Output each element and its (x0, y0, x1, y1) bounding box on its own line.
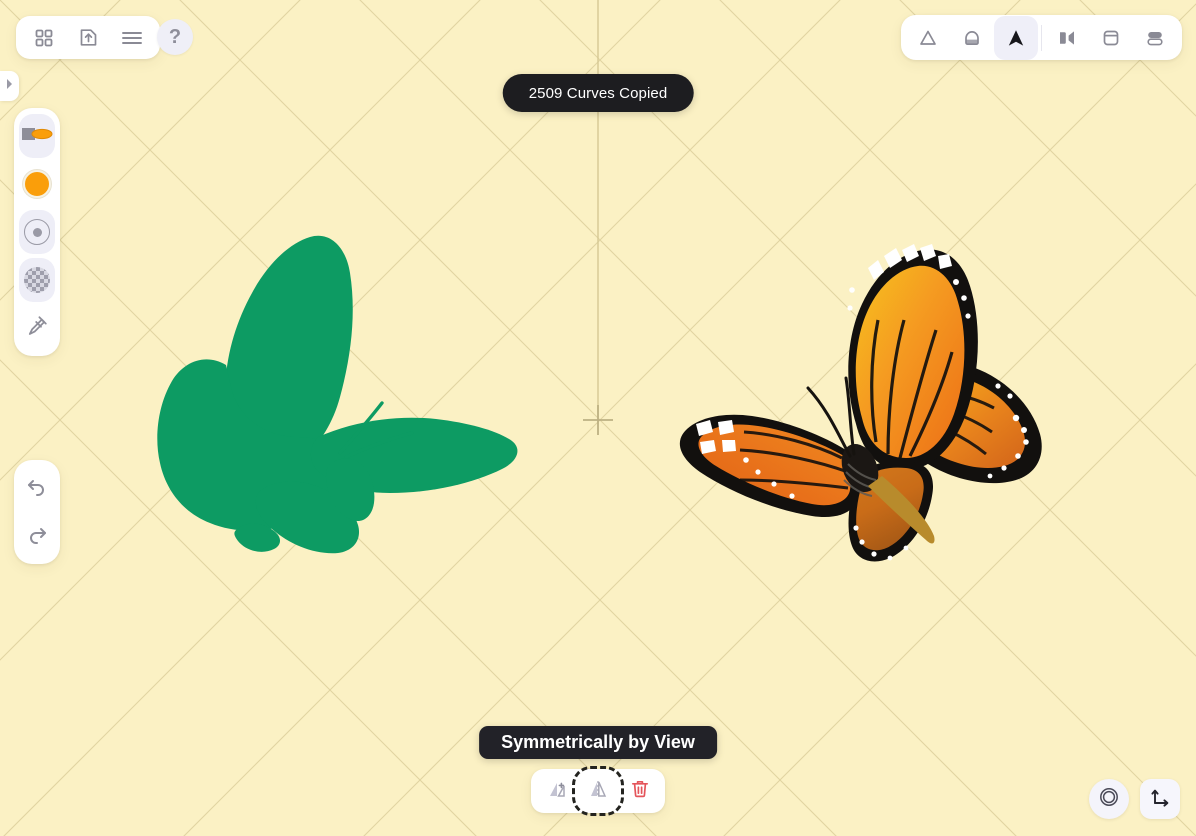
delete-button[interactable] (621, 773, 659, 809)
checker-opacity-icon (24, 267, 50, 293)
grid-view-button[interactable] (22, 17, 66, 58)
stacked-pills-icon (1144, 27, 1166, 49)
triangle-outline-icon (917, 27, 939, 49)
cursor-arrow-icon (1005, 27, 1027, 49)
color-swatch[interactable] (23, 170, 51, 198)
redo-button[interactable] (14, 512, 60, 560)
redo-arrow-icon (25, 522, 49, 551)
layers-tool[interactable] (1133, 16, 1177, 60)
axis-arrows-icon (1148, 785, 1172, 814)
toolbar-divider (1041, 24, 1042, 51)
menu-button[interactable] (110, 17, 154, 58)
trash-icon (629, 778, 651, 805)
grid-icon (34, 28, 54, 48)
color-swatch-item[interactable] (14, 160, 60, 208)
monarch-butterfly-reference[interactable] (660, 228, 1060, 568)
top-left-toolbar (16, 16, 160, 59)
opacity-tool[interactable] (14, 256, 60, 304)
rounded-square-outline-icon (1100, 27, 1122, 49)
left-tool-rail (14, 108, 60, 356)
capsule-half-fill-icon (961, 27, 983, 49)
symmetry-by-view-button[interactable] (572, 766, 624, 816)
capsule-tool[interactable] (950, 16, 994, 60)
brush-size-icon (24, 219, 50, 245)
eyedropper-icon (25, 314, 49, 343)
mirror-triangles-icon (586, 777, 610, 806)
mirror-tool[interactable] (1045, 16, 1089, 60)
duplicate-symmetric-button[interactable] (537, 773, 575, 809)
brush-size-tool[interactable] (14, 208, 60, 256)
panel-expander[interactable] (0, 71, 19, 101)
top-right-toolbar (901, 15, 1182, 60)
undo-arrow-icon (25, 474, 49, 503)
triangle-plus-icon (544, 777, 568, 806)
origin-crosshair (583, 405, 613, 435)
focus-button[interactable] (1089, 779, 1129, 819)
export-button[interactable] (66, 17, 110, 58)
brush-tool[interactable] (14, 112, 60, 160)
frame-tool[interactable] (1089, 16, 1133, 60)
history-rail (14, 460, 60, 564)
cursor-tool[interactable] (994, 15, 1038, 60)
context-tooltip: Symmetrically by View (479, 726, 717, 759)
green-butterfly-drawing[interactable] (140, 225, 540, 570)
axis-button[interactable] (1140, 779, 1180, 819)
toast-notification: 2509 Curves Copied (502, 74, 694, 112)
chevron-right-icon (5, 77, 14, 95)
hamburger-menu-icon (121, 30, 143, 46)
paint-brush-icon (20, 123, 54, 150)
context-toolbar (531, 766, 665, 816)
export-upload-icon (78, 27, 99, 48)
mirror-symmetry-icon (1056, 27, 1078, 49)
cone-tool[interactable] (906, 16, 950, 60)
concentric-circles-icon (1097, 785, 1121, 814)
help-button[interactable]: ? (157, 19, 193, 55)
undo-button[interactable] (14, 464, 60, 512)
eyedropper-tool[interactable] (14, 304, 60, 352)
